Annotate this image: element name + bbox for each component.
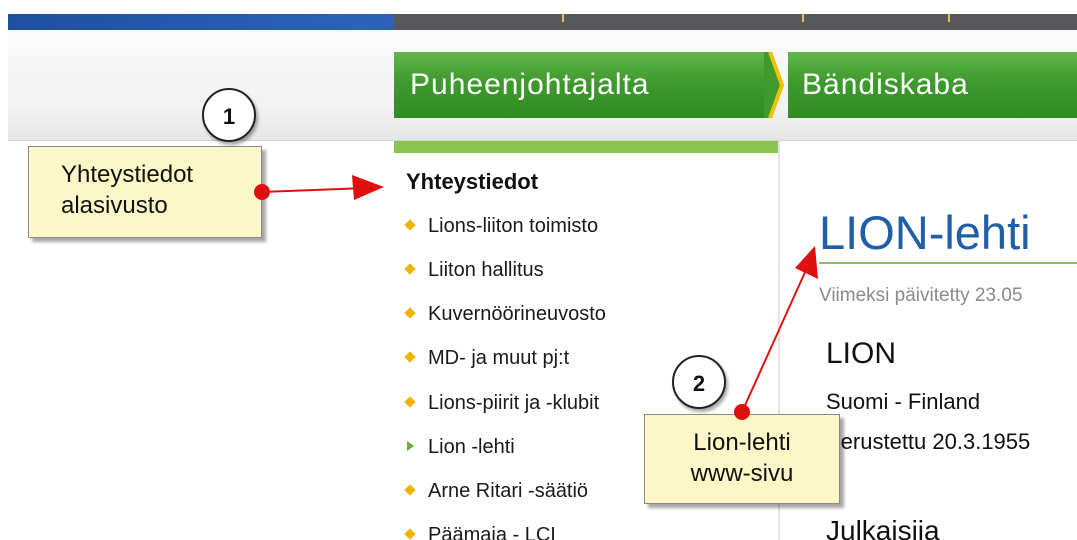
callout-line: www-sivu [690,460,794,487]
sidebar-item-label: Lions-liiton toimisto [428,215,599,237]
sidebar-item-lion-lehti[interactable]: Lion -lehti [406,433,515,461]
sidebar-item-lions-piirit-ja-klubit[interactable]: Lions-piirit ja -klubit [404,389,600,417]
top-blue-strip [8,14,394,30]
diamond-bullet-icon [404,307,416,319]
sidebar-item-paamaja-lci[interactable]: Päämaja - LCI [404,521,556,540]
callout-yhteystiedot: Yhteystiedot alasivusto [28,146,262,238]
arrow-bullet-icon [407,440,414,451]
sidebar-item-arne-ritari-saatio[interactable]: Arne Ritari -säätiö [404,477,589,505]
diamond-bullet-icon [404,351,416,363]
sidebar-item-kuvernoorineuvosto[interactable]: Kuvernöörineuvosto [404,300,606,328]
sidebar-item-liiton-hallitus[interactable]: Liiton hallitus [404,256,544,284]
sidebar-item-label: Arne Ritari -säätiö [428,480,589,502]
nav-tab-label: Puheenjohtajalta [410,68,650,101]
nav-tab-bandiskaba[interactable]: Bändiskaba [788,52,1077,118]
sidebar-item-md-ja-muut-pjt[interactable]: MD- ja muut pj:t [404,344,570,372]
sidebar-item-label: MD- ja muut pj:t [428,347,570,369]
nav-tab-label: Bändiskaba [802,68,969,101]
section-heading: LION [826,337,897,370]
last-updated-text: Viimeksi päivitetty 23.05 [819,285,1023,306]
top-dark-strip [394,14,1077,30]
sidebar-item-label: Päämaja - LCI [428,524,556,540]
nav-tab-puheenjohtajalta[interactable]: Puheenjohtajalta [394,52,764,118]
tab-separator-chevron [764,52,785,118]
page-title: LION-lehti [819,206,1031,259]
sidebar-item-label: Lion -lehti [428,436,515,458]
callout-line: alasivusto [61,192,168,219]
arrow-1-line [261,187,367,193]
strip-divider [948,14,950,22]
content-line: Perustettu 20.3.1955 [826,429,1031,454]
callout-line: Lion-lehti [693,429,791,456]
arrow-1-head [352,175,384,200]
sidebar-heading[interactable]: Yhteystiedot [406,169,538,195]
strip-divider [802,14,804,22]
section-subheading: Julkaisija [826,515,940,540]
sidebar-item-label: Liiton hallitus [428,259,544,281]
sidebar-item-lions-liiton-toimisto[interactable]: Lions-liiton toimisto [404,212,599,240]
page: Puheenjohtajalta Bändiskaba Yhteystiedot… [0,0,1077,540]
sidebar-item-label: Lions-piirit ja -klubit [428,392,600,414]
strip-divider [562,14,564,22]
title-underline [819,262,1077,264]
diamond-bullet-icon [404,263,416,275]
sidebar-item-label: Kuvernöörineuvosto [428,303,606,325]
content-line: Suomi - Finland [826,389,981,414]
callout-lion-lehti: Lion-lehti www-sivu [644,414,840,504]
diamond-bullet-icon [404,219,416,231]
callout-line: Yhteystiedot [61,161,194,188]
sidebar-accent-bar [394,141,778,153]
step-badge-2: 2 [672,355,726,409]
diamond-bullet-icon [404,396,416,408]
diamond-bullet-icon [404,528,416,540]
diamond-bullet-icon [404,484,416,496]
step-badge-1: 1 [202,88,256,142]
